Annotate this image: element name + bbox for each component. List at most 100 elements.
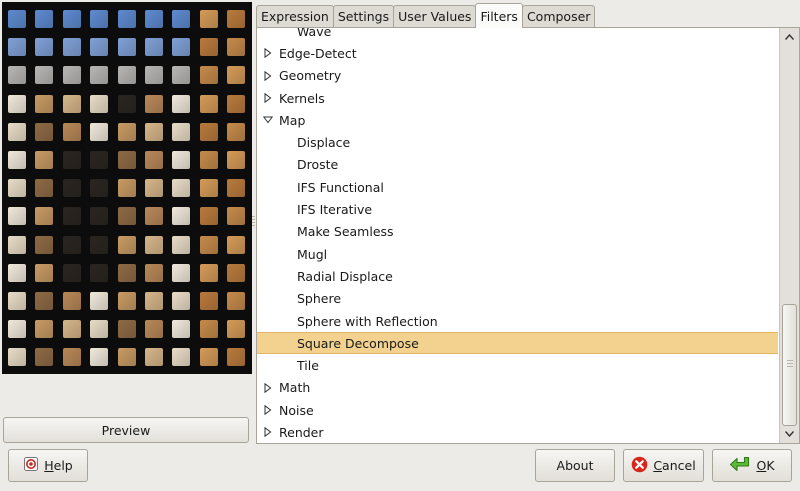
tree-category-row[interactable]: Math xyxy=(257,377,778,399)
help-button[interactable]: Help xyxy=(8,449,88,482)
expander-expanded-icon[interactable] xyxy=(263,115,273,125)
tree-row-label: IFS Iterative xyxy=(297,202,373,218)
preview-tile xyxy=(227,38,246,57)
preview-tile xyxy=(35,179,54,198)
cancel-button[interactable]: Cancel xyxy=(623,449,704,482)
tree-row-label: Mugl xyxy=(297,246,328,262)
preview-tile xyxy=(35,235,54,254)
expander-collapsed-icon[interactable] xyxy=(263,48,273,59)
tree-filter-row[interactable]: Mugl xyxy=(257,243,778,265)
preview-tile xyxy=(145,348,163,367)
preview-tile xyxy=(62,292,81,310)
expander-collapsed-icon[interactable] xyxy=(263,70,273,81)
preview-tile xyxy=(35,207,54,226)
tree-filter-row[interactable]: IFS Iterative xyxy=(257,198,778,220)
preview-tile xyxy=(62,207,81,226)
tab-composer[interactable]: Composer xyxy=(521,5,596,27)
tree-category-row[interactable]: Noise xyxy=(257,399,778,421)
preview-tile xyxy=(117,320,136,339)
tree-filter-row[interactable]: Sphere xyxy=(257,288,778,310)
preview-tile xyxy=(62,235,81,254)
tree-filter-row[interactable]: Square Decompose xyxy=(257,332,778,355)
scroll-down-arrow-icon[interactable] xyxy=(782,427,797,441)
tree-category-row[interactable]: Edge-Detect xyxy=(257,42,778,64)
preview-tile xyxy=(199,66,218,85)
tree-row-label: Kernels xyxy=(279,90,325,106)
expander-collapsed-icon[interactable] xyxy=(263,382,273,393)
scroll-up-arrow-icon[interactable] xyxy=(782,30,797,44)
preview-tile xyxy=(145,38,163,57)
tree-filter-row[interactable]: Make Seamless xyxy=(257,221,778,243)
cancel-icon xyxy=(631,456,648,476)
tree-category-row[interactable]: Render xyxy=(257,421,778,443)
preview-tile xyxy=(117,10,136,28)
preview-tile xyxy=(227,122,246,141)
ok-mnemonic: O xyxy=(756,458,767,473)
preview-tile xyxy=(35,320,54,339)
tree-filter-row[interactable]: Wave xyxy=(257,28,778,42)
preview-tile xyxy=(90,10,109,28)
tree-row-label: Sphere with Reflection xyxy=(297,313,438,329)
tree-category-row[interactable]: Geometry xyxy=(257,65,778,87)
preview-tile xyxy=(145,263,163,282)
tree-row-label: Noise xyxy=(279,402,314,418)
tab-user-values[interactable]: User Values xyxy=(393,5,477,27)
preview-tile xyxy=(172,66,191,85)
preview-tile xyxy=(117,207,136,226)
tree-scrollbar[interactable] xyxy=(779,28,799,443)
tab-expression[interactable]: Expression xyxy=(256,5,334,27)
expander-collapsed-icon[interactable] xyxy=(263,93,273,104)
preview-tile xyxy=(199,10,218,28)
tree-category-row[interactable]: Map xyxy=(257,109,778,131)
preview-image xyxy=(2,2,252,374)
preview-tile xyxy=(227,207,246,226)
tree-row-label: Edge-Detect xyxy=(279,45,357,61)
tree-filter-row[interactable]: Displace xyxy=(257,131,778,153)
tree-row-label: Droste xyxy=(297,157,339,173)
preview-tile xyxy=(199,122,218,141)
tree-row-label: Geometry xyxy=(279,68,342,84)
about-button[interactable]: About xyxy=(535,449,615,482)
tree-row-label: Radial Displace xyxy=(297,268,393,284)
preview-button[interactable]: Preview xyxy=(3,417,249,443)
ok-button[interactable]: OK xyxy=(712,449,792,482)
preview-tile xyxy=(199,348,218,367)
tab-label: User Values xyxy=(398,9,472,24)
preview-tile xyxy=(199,263,218,282)
preview-tile xyxy=(35,151,54,169)
preview-tile xyxy=(199,94,218,113)
preview-tile xyxy=(172,151,191,169)
preview-button-label: Preview xyxy=(101,422,151,438)
preview-tile xyxy=(227,235,246,254)
tab-settings[interactable]: Settings xyxy=(332,5,395,27)
tree-category-row[interactable]: Kernels xyxy=(257,87,778,109)
tree-filter-row[interactable]: Tile xyxy=(257,354,778,376)
preview-tile xyxy=(172,235,191,254)
preview-tile xyxy=(117,151,136,169)
tree-filter-row[interactable]: Radial Displace xyxy=(257,265,778,287)
tab-filters[interactable]: Filters xyxy=(475,3,523,28)
tree-filter-row[interactable]: IFS Functional xyxy=(257,176,778,198)
preview-tile xyxy=(117,179,136,198)
preview-tile xyxy=(145,66,163,85)
preview-tile xyxy=(117,235,136,254)
preview-tile xyxy=(145,320,163,339)
tree-filter-row[interactable]: Sphere with Reflection xyxy=(257,310,778,332)
preview-tile xyxy=(90,38,109,57)
tree-filter-row[interactable]: Droste xyxy=(257,154,778,176)
tab-label: Expression xyxy=(261,9,329,24)
pane-divider-grip[interactable] xyxy=(252,216,255,226)
preview-tile xyxy=(8,122,26,141)
preview-tile xyxy=(145,10,163,28)
preview-tile xyxy=(172,207,191,226)
expander-collapsed-icon[interactable] xyxy=(263,427,273,438)
expander-collapsed-icon[interactable] xyxy=(263,405,273,416)
scrollbar-thumb[interactable] xyxy=(782,304,797,426)
preview-tile xyxy=(199,235,218,254)
preview-tile xyxy=(90,320,109,339)
tab-label: Settings xyxy=(337,9,390,24)
tree-row-label: Displace xyxy=(297,135,351,151)
preview-tile xyxy=(90,207,109,226)
preview-tile xyxy=(8,38,26,57)
preview-tile xyxy=(172,38,191,57)
